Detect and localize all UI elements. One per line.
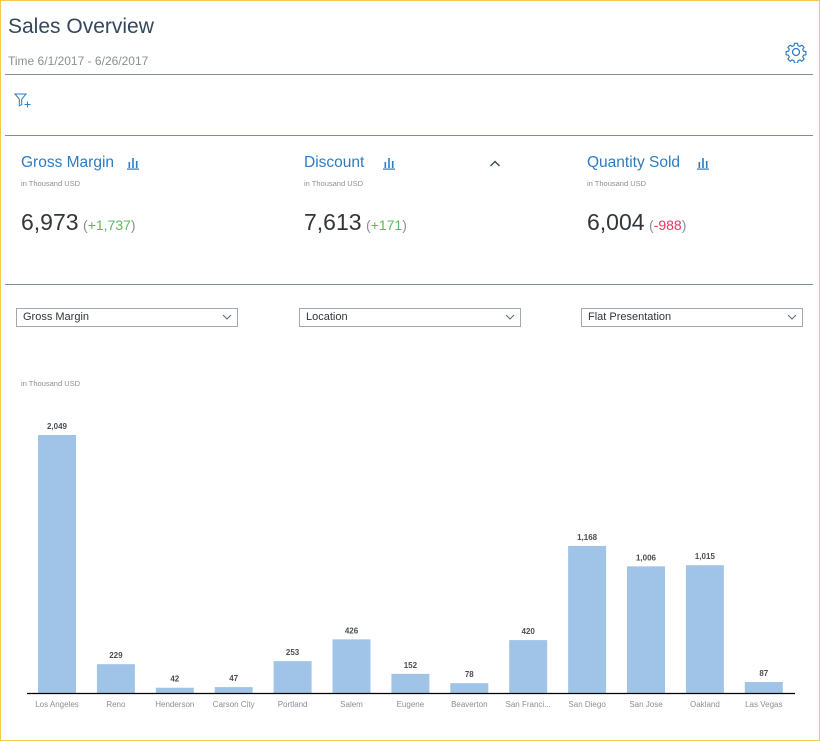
- data-label: 87: [759, 669, 768, 678]
- bar-1[interactable]: [96, 664, 135, 693]
- x-tick-label: San Franci...: [506, 700, 551, 709]
- gear-icon[interactable]: [785, 41, 807, 63]
- kpi-value: 7,613: [304, 209, 362, 235]
- x-tick-label: Los Angeles: [35, 700, 79, 709]
- kpi-unit: in Thousand USD: [21, 179, 81, 188]
- bar-chart-icon[interactable]: [382, 156, 396, 170]
- measure-select[interactable]: Gross Margin: [16, 308, 238, 327]
- x-tick-label: Reno: [106, 700, 126, 709]
- presentation-select-value: Flat Presentation: [588, 311, 672, 323]
- data-label: 1,006: [636, 553, 657, 562]
- chart-unit-label: in Thousand USD: [21, 379, 81, 388]
- bar-3[interactable]: [214, 687, 253, 693]
- x-tick-label: Carson City: [213, 700, 255, 709]
- kpi-delta: (+171): [366, 217, 407, 233]
- chevron-down-icon: [505, 314, 515, 320]
- kpi-value: 6,973: [21, 209, 79, 235]
- kpi-value: 6,004: [587, 209, 645, 235]
- sales-overview-card: Sales Overview Time 6/1/2017 - 6/26/2017…: [0, 0, 820, 741]
- bar-6[interactable]: [391, 673, 430, 693]
- kpi-quantity-sold: Quantity Sold in Thousand USD 6,004 (-98…: [587, 152, 820, 236]
- data-label: 229: [109, 651, 123, 660]
- bar-7[interactable]: [450, 683, 489, 693]
- page-title: Sales Overview: [8, 15, 154, 38]
- x-tick-label: Henderson: [155, 700, 194, 709]
- bar-0[interactable]: [38, 435, 76, 693]
- bar-5[interactable]: [332, 639, 371, 693]
- kpi-delta-value: -988: [653, 217, 682, 233]
- data-label: 152: [404, 661, 418, 670]
- chevron-down-icon: [222, 314, 232, 320]
- data-label: 2,049: [47, 422, 68, 431]
- data-label: 420: [522, 627, 536, 636]
- data-label: 42: [170, 675, 179, 684]
- data-label: 253: [286, 648, 300, 657]
- presentation-select[interactable]: Flat Presentation: [581, 308, 803, 327]
- bar-12[interactable]: [744, 682, 783, 693]
- data-label: 1,015: [695, 552, 716, 561]
- measure-select-value: Gross Margin: [23, 311, 90, 323]
- dimension-select-value: Location: [306, 311, 348, 323]
- kpi-discount: Discount in Thousand USD 7,613 (+171): [304, 152, 554, 236]
- bar-9[interactable]: [568, 545, 607, 693]
- dimension-select[interactable]: Location: [299, 308, 521, 327]
- data-label: 426: [345, 626, 359, 635]
- data-label: 47: [229, 674, 238, 683]
- kpi-title[interactable]: Discount: [304, 154, 364, 172]
- x-tick-label: San Jose: [629, 700, 663, 709]
- bar-chart-icon[interactable]: [126, 156, 140, 170]
- bar-2[interactable]: [155, 687, 194, 693]
- kpi-unit: in Thousand USD: [304, 179, 364, 188]
- bar-chart-icon[interactable]: [696, 156, 710, 170]
- x-tick-label: Beaverton: [451, 700, 487, 709]
- filter-add-icon[interactable]: [14, 92, 32, 110]
- kpi-delta-value: +1,737: [87, 217, 131, 233]
- kpi-delta: (-988): [649, 217, 687, 233]
- x-tick-label: Portland: [278, 700, 308, 709]
- toolbar-divider: [5, 135, 813, 136]
- kpi-title[interactable]: Quantity Sold: [587, 154, 680, 172]
- bar-11[interactable]: [685, 565, 724, 693]
- kpi-delta-value: +171: [370, 217, 403, 233]
- kpi-divider: [5, 284, 813, 285]
- x-tick-label: Eugene: [397, 700, 425, 709]
- x-tick-label: Oakland: [690, 700, 720, 709]
- x-tick-label: Salem: [340, 700, 363, 709]
- bar-4[interactable]: [273, 661, 312, 693]
- x-tick-label: Las Vegas: [745, 700, 782, 709]
- header-divider: [5, 74, 813, 75]
- bar-10[interactable]: [627, 566, 665, 693]
- page-subtitle: Time 6/1/2017 - 6/26/2017: [8, 54, 149, 68]
- kpi-gross-margin: Gross Margin in Thousand USD 6,973 (+1,7…: [21, 152, 271, 236]
- x-tick-label: San Diego: [568, 700, 606, 709]
- kpi-title[interactable]: Gross Margin: [21, 154, 114, 172]
- bar-8[interactable]: [509, 640, 548, 693]
- kpi-delta: (+1,737): [83, 217, 136, 233]
- kpi-unit: in Thousand USD: [587, 179, 647, 188]
- chevron-up-icon[interactable]: [488, 157, 502, 169]
- data-label: 1,168: [577, 533, 598, 542]
- bar-chart: 2,049 Los Angeles 229 Reno 42 Henderson 47 Cars…: [27, 422, 795, 709]
- chevron-down-icon: [787, 314, 797, 320]
- data-label: 78: [465, 670, 474, 679]
